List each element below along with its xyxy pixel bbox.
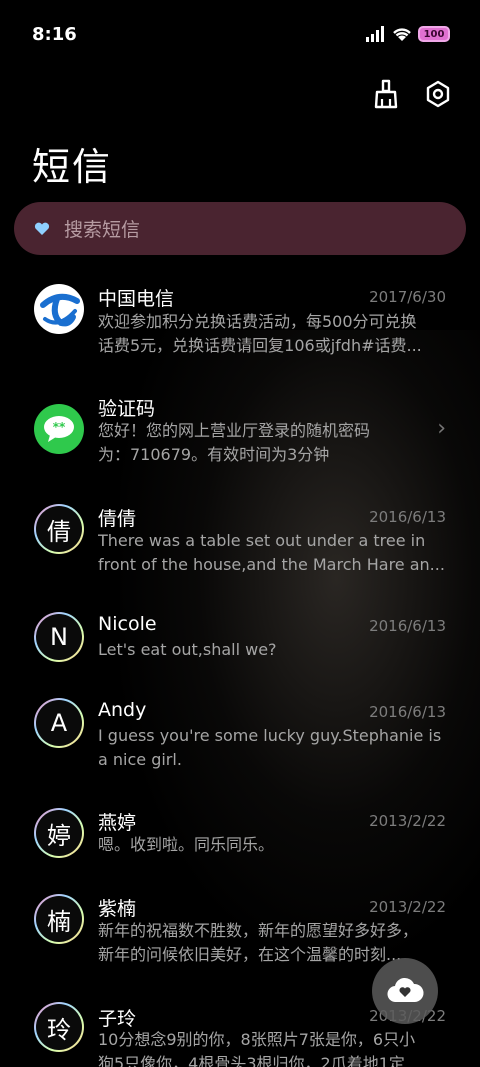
conversation-item[interactable]: 婷 燕婷 2013/2/22 嗯。收到啦。同乐同乐。	[0, 806, 480, 886]
page-title: 短信	[32, 145, 113, 189]
conversation-item[interactable]: ** 验证码 › 您好！您的网上营业厅登录的随机密码 为：710679。有效时间…	[0, 390, 480, 490]
status-bar: 8:16 100	[0, 0, 480, 68]
conversation-date: 2013/2/22	[369, 812, 446, 830]
gear-icon	[426, 80, 450, 108]
avatar: 玲	[34, 1002, 84, 1052]
conversation-preview: There was a table set out under a tree i…	[98, 531, 445, 574]
conversation-preview: 嗯。收到啦。同乐同乐。	[98, 835, 275, 854]
search-placeholder: 搜索短信	[64, 219, 141, 241]
conversation-name: 倩倩	[98, 508, 137, 530]
avatar: A	[34, 698, 84, 748]
conversation-name: 中国电信	[98, 288, 175, 310]
avatar: **	[34, 404, 84, 454]
conversation-preview: 欢迎参加积分兑换话费活动，每500分可兑换 话费5元，兑换话费请回复106或jf…	[98, 312, 422, 355]
conversation-date: 2013/2/22	[369, 898, 446, 916]
conversation-item[interactable]: 中国电信 2017/6/30 欢迎参加积分兑换话费活动，每500分可兑换 话费5…	[0, 280, 480, 380]
avatar: N	[34, 612, 84, 662]
wifi-icon	[393, 28, 411, 41]
conversation-preview: 10分想念9别的你，8张照片7张是你，6只小 狗5只像你，4根骨头3根归你，2爪…	[98, 1030, 416, 1067]
avatar: 楠	[34, 894, 84, 944]
clean-button[interactable]	[370, 78, 402, 110]
avatar: 婷	[34, 808, 84, 858]
compose-button[interactable]	[372, 958, 438, 1024]
conversation-item[interactable]: N Nicole 2016/6/13 Let's eat out,shall w…	[0, 610, 480, 690]
conversation-name: 紫楠	[98, 898, 137, 920]
conversation-name: Andy	[98, 699, 147, 721]
conversation-name: Nicole	[98, 613, 157, 635]
broom-icon	[374, 79, 398, 109]
conversation-date: 2016/6/13	[369, 508, 446, 526]
conversation-preview: I guess you're some lucky guy.Stephanie …	[98, 726, 442, 769]
conversation-name: 验证码	[98, 398, 156, 420]
heart-icon	[34, 222, 50, 235]
conversation-name: 子玲	[98, 1008, 137, 1030]
signal-icon	[366, 26, 384, 42]
svg-text:**: **	[53, 420, 66, 434]
telecom-logo-icon	[35, 285, 83, 333]
conversation-preview: Let's eat out,shall we?	[98, 640, 277, 659]
status-icons: 100	[366, 26, 450, 42]
avatar	[34, 284, 84, 334]
conversation-item[interactable]: 倩 倩倩 2016/6/13 There was a table set out…	[0, 500, 480, 600]
battery-icon: 100	[418, 26, 450, 42]
top-actions	[370, 78, 454, 110]
search-input[interactable]: 搜索短信	[14, 202, 466, 255]
message-icon: **	[44, 416, 74, 442]
conversation-date: 2017/6/30	[369, 288, 446, 306]
status-time: 8:16	[32, 23, 77, 45]
conversation-item[interactable]: A Andy 2016/6/13 I guess you're some luc…	[0, 696, 480, 796]
conversation-name: 燕婷	[98, 812, 137, 834]
settings-button[interactable]	[422, 78, 454, 110]
conversation-date: 2016/6/13	[369, 617, 446, 635]
conversation-date: 2016/6/13	[369, 703, 446, 721]
conversation-preview: 您好！您的网上营业厅登录的随机密码 为：710679。有效时间为3分钟	[98, 421, 371, 464]
cloud-heart-icon	[387, 977, 424, 1003]
avatar: 倩	[34, 504, 84, 554]
